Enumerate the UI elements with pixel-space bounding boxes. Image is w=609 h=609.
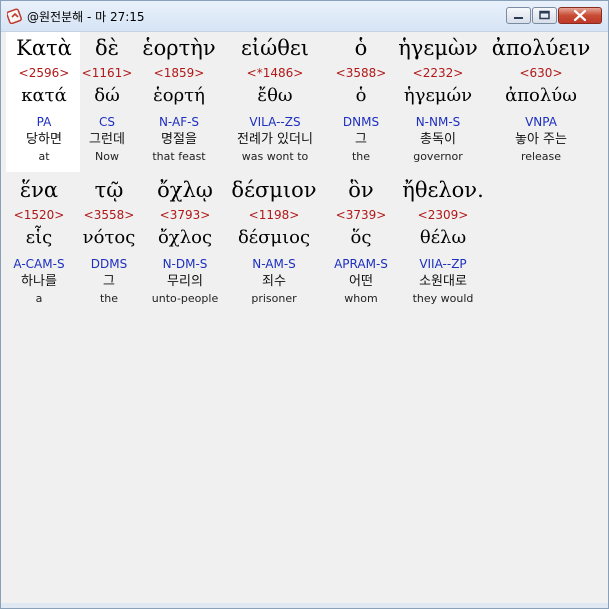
interlinear-panel[interactable]: Κατὰ <2596> κατά PA 당하면 at δὲ <1161> δώ … (6, 32, 604, 602)
window-title: @원전분해 - 마 27:15 (27, 10, 145, 24)
word-cell[interactable]: ἡγεμὼν <2232> ἡγεμών N-NM-S 총독이 governor (393, 32, 483, 165)
english-gloss: that feast (152, 150, 206, 163)
strong-number[interactable]: <3793> (140, 206, 230, 224)
parsing-code[interactable]: N-DM-S (140, 256, 230, 273)
maximize-button[interactable] (532, 7, 557, 24)
strong-number[interactable]: <1859> (134, 64, 224, 82)
korean-gloss: 어떤 (349, 274, 373, 289)
english-gloss: unto-people (151, 292, 219, 305)
strong-number[interactable]: <630> (486, 64, 596, 82)
parsing-code[interactable]: N-AF-S (134, 114, 224, 131)
word-cell[interactable]: ἤθελον. <2309> θέλω VIIA--ZP 소원대로 they w… (398, 174, 488, 307)
parsing-code[interactable]: N-NM-S (393, 114, 483, 131)
greek-word: ἤθελον. (402, 178, 484, 202)
lemma: ἀπολύω (505, 85, 577, 106)
strong-number[interactable]: <*1486> (220, 64, 330, 82)
korean-gloss: 죄수 (262, 274, 286, 289)
strong-number[interactable]: <2309> (398, 206, 488, 224)
english-gloss: whom (344, 292, 378, 305)
english-gloss: they would (412, 292, 474, 305)
word-cell[interactable]: ὄχλῳ <3793> ὄχλος N-DM-S 무리의 unto-people (140, 174, 230, 307)
greek-word: ἡγεμὼν (398, 36, 478, 60)
word-cell[interactable]: ἑορτὴν <1859> ἑορτή N-AF-S 명절을 that feas… (134, 32, 224, 165)
window-bottom-border (1, 603, 608, 608)
parsing-code[interactable]: VNPA (486, 114, 596, 131)
korean-gloss: 무리의 (167, 274, 203, 289)
parsing-code[interactable]: VILA--ZS (220, 114, 330, 131)
greek-word: ἀπολύειν (491, 36, 591, 60)
strong-number[interactable]: <2232> (393, 64, 483, 82)
word-cell[interactable]: δέσμιον <1198> δέσμιος N-AM-S 죄수 prisone… (224, 174, 324, 307)
lemma: ὅς (350, 227, 372, 248)
greek-word: δέσμιον (231, 178, 317, 202)
title-bar[interactable]: @원전분해 - 마 27:15 (1, 1, 608, 32)
lemma: ὄχλος (157, 227, 213, 248)
parsing-code[interactable]: VIIA--ZP (398, 256, 488, 273)
greek-word: ἑορτὴν (142, 36, 216, 60)
word-cell[interactable]: ὃν <3739> ὅς APRAM-S 어떤 whom (316, 174, 406, 307)
close-button[interactable] (558, 7, 602, 24)
korean-gloss: 놓아 주는 (515, 132, 567, 147)
word-cell[interactable]: ἀπολύειν <630> ἀπολύω VNPA 놓아 주는 release (486, 32, 596, 165)
english-gloss: release (520, 150, 562, 163)
lemma: δέσμιος (237, 227, 311, 248)
lemma: ἔθω (257, 85, 293, 106)
parsing-code[interactable]: APRAM-S (316, 256, 406, 273)
korean-gloss: 총독이 (420, 132, 456, 147)
parsing-code[interactable]: N-AM-S (224, 256, 324, 273)
strong-number[interactable]: <3739> (316, 206, 406, 224)
close-icon (573, 9, 587, 22)
bible-app-icon[interactable] (7, 8, 23, 24)
korean-gloss: 명절을 (161, 132, 197, 147)
strong-number[interactable]: <1198> (224, 206, 324, 224)
minimize-icon (514, 17, 523, 19)
greek-word: εἰώθει (241, 36, 309, 60)
greek-word: ὃν (348, 178, 374, 202)
lemma: ἑορτή (153, 85, 205, 106)
minimize-button[interactable] (506, 7, 531, 24)
maximize-icon (539, 10, 550, 20)
korean-gloss: 전례가 있더니 (237, 132, 313, 147)
english-gloss: was wont to (241, 150, 309, 163)
lemma: θέλω (419, 227, 467, 248)
english-gloss: prisoner (251, 292, 297, 305)
english-gloss: governor (413, 150, 463, 163)
greek-word: ὄχλῳ (157, 178, 213, 202)
lemma: ἡγεμών (403, 85, 473, 106)
app-window: @원전분해 - 마 27:15 Κατὰ <2596> κατά PA 당하면 … (0, 0, 609, 609)
word-cell[interactable]: εἰώθει <*1486> ἔθω VILA--ZS 전례가 있더니 was … (220, 32, 330, 165)
korean-gloss: 소원대로 (419, 274, 467, 289)
